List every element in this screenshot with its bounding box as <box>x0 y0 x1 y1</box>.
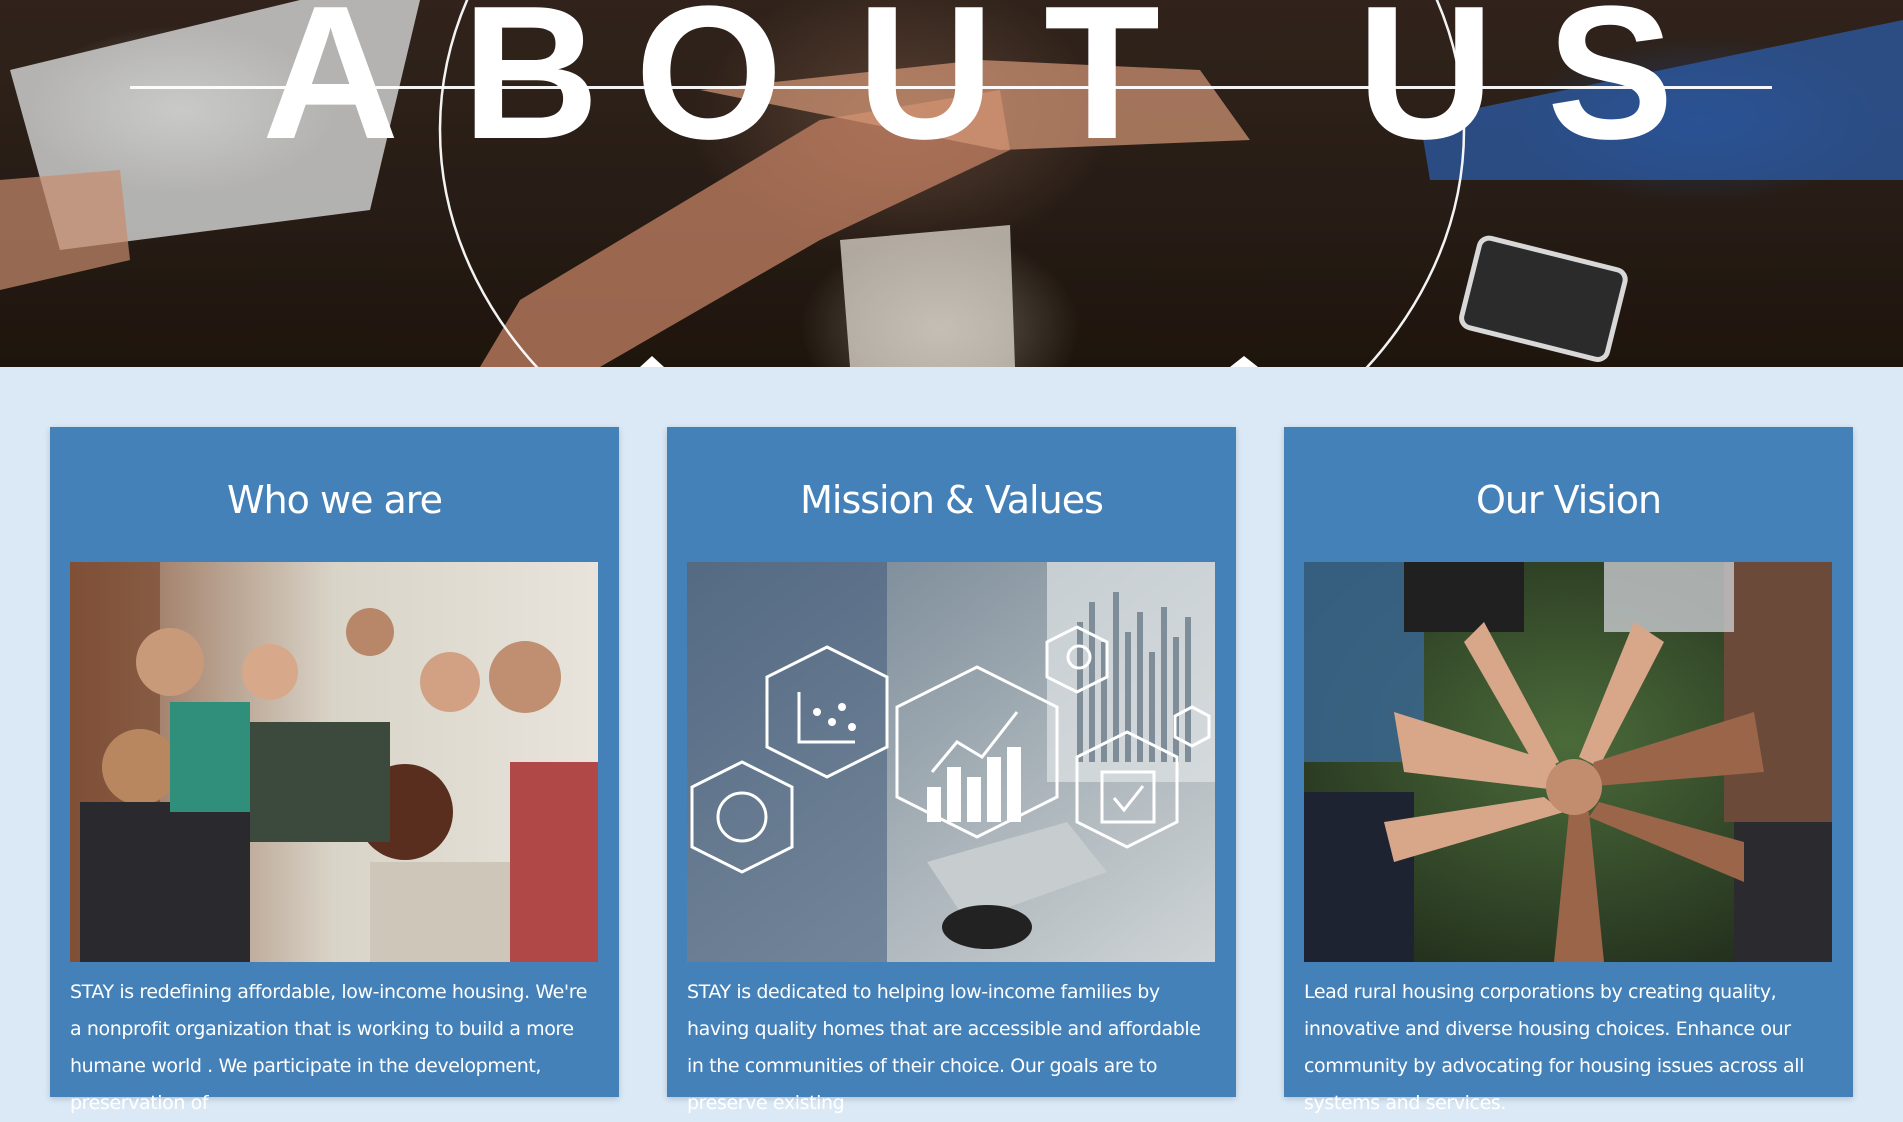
group-hug-photo-icon <box>70 562 598 962</box>
hero-title-letter: T <box>1044 0 1161 179</box>
card-title: Our Vision <box>1475 478 1662 522</box>
hero-title-letter: O <box>635 0 783 179</box>
hero-title-letter: U <box>857 0 995 179</box>
card-who-we-are: Who we are STAY is redefining affordable… <box>50 427 619 1114</box>
card-title: Who we are <box>227 478 443 522</box>
card-description: Lead rural housing corporations by creat… <box>1304 981 1804 1114</box>
card-our-vision: Our Vision Lead rural housing corporatio… <box>1284 427 1853 1114</box>
hero-title-letter: U <box>1357 0 1495 179</box>
business-analytics-photo-icon <box>687 562 1215 962</box>
card-title: Mission & Values <box>800 478 1104 522</box>
card-mission-values: Mission & Values STAY is dedicated to he… <box>667 427 1236 1114</box>
hero-title-letter: A <box>262 0 400 179</box>
stacked-hands-photo-icon <box>1304 562 1832 962</box>
card-description: STAY is redefining affordable, low-incom… <box>70 981 588 1114</box>
card-description: STAY is dedicated to helping low-income … <box>687 981 1201 1114</box>
hero-banner: A B O U T U S <box>0 0 1903 367</box>
hero-title-letter: B <box>462 0 600 179</box>
hero-title-letter: S <box>1547 0 1674 179</box>
hero-title: A B O U T U S <box>0 0 1903 168</box>
